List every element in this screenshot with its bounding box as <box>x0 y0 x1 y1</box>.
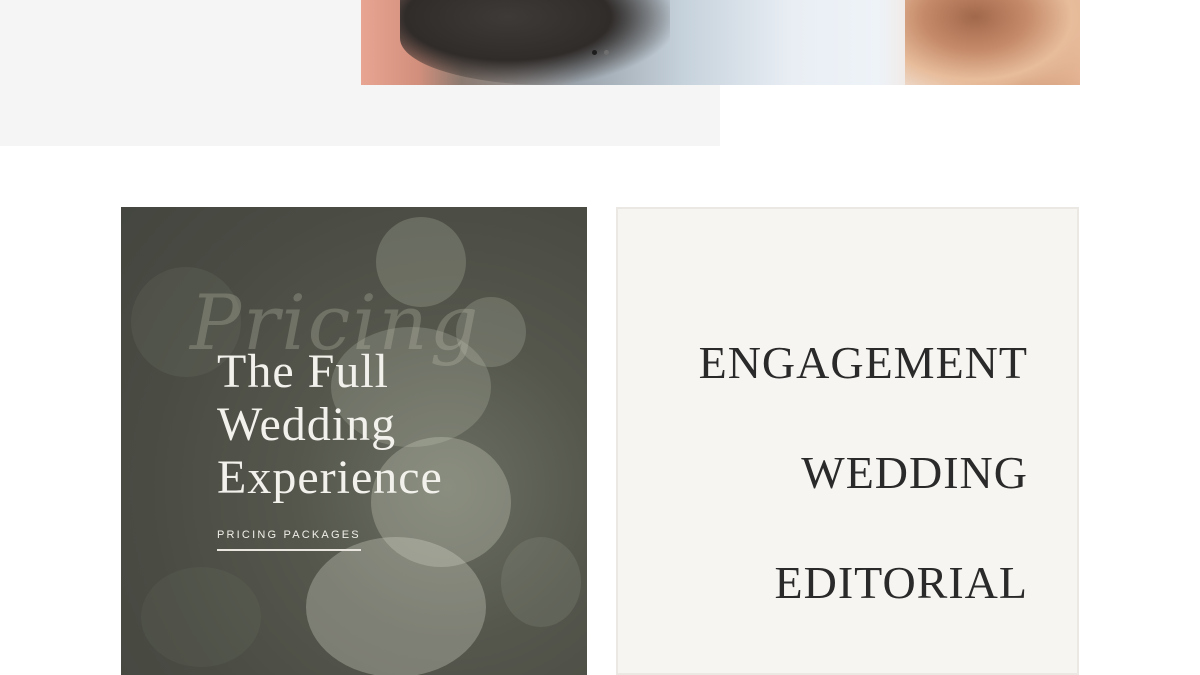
pricing-packages-link[interactable]: PRICING PACKAGES <box>217 529 361 551</box>
flower-blur-shape <box>141 567 261 667</box>
category-link-wedding[interactable]: WEDDING <box>801 446 1028 499</box>
flower-blur-shape <box>306 537 486 675</box>
carousel-dot[interactable] <box>604 50 609 55</box>
carousel-dot-active[interactable] <box>592 50 597 55</box>
pricing-card-title: The Full Wedding Experience <box>217 345 443 504</box>
hero-photo-face-detail <box>905 0 1080 85</box>
category-link-engagement[interactable]: ENGAGEMENT <box>699 336 1028 389</box>
category-link-editorial[interactable]: EDITORIAL <box>775 556 1028 609</box>
flower-blur-shape <box>501 537 581 627</box>
